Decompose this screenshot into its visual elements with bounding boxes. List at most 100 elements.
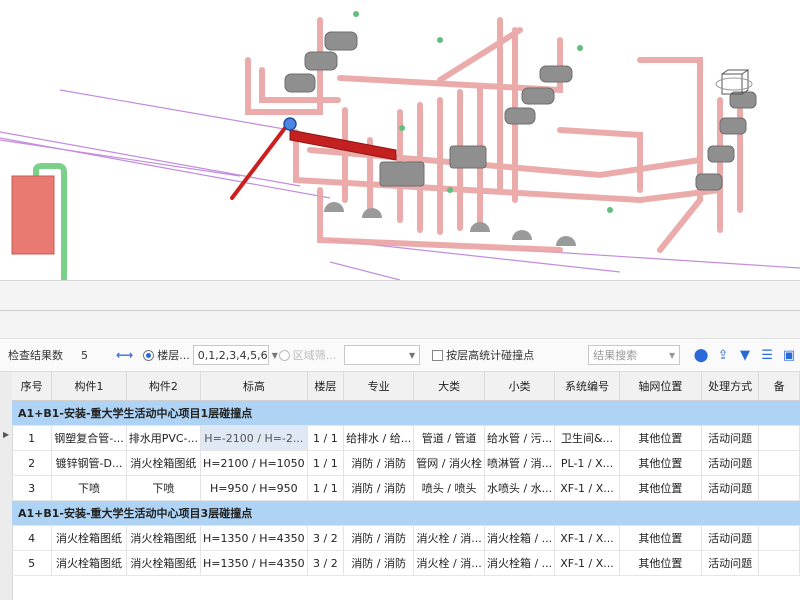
group-row[interactable]: A1+B1-安装-重大学生活动中心项目1层碰撞点 bbox=[12, 400, 800, 426]
col-header-handling[interactable]: 处理方式 bbox=[701, 372, 760, 401]
model-viewport[interactable] bbox=[0, 0, 800, 280]
group-row[interactable]: A1+B1-安装-重大学生活动中心项目3层碰撞点 bbox=[12, 500, 800, 526]
stat-checkbox-label: 按层高统计碰撞点 bbox=[446, 349, 535, 362]
cell-floor: 3 / 2 bbox=[307, 525, 345, 551]
table-row[interactable]: 5 消火栓箱图纸 消火栓箱图纸 H=1350 / H=4350 3 / 2 消防… bbox=[12, 550, 800, 576]
col-header-component1[interactable]: 构件1 bbox=[51, 372, 127, 401]
area-select[interactable]: ▼ bbox=[344, 345, 421, 365]
cell-axis-location: 其他位置 bbox=[619, 550, 702, 576]
clash-point-marker bbox=[283, 117, 297, 131]
cell-category: 管道 / 管道 bbox=[413, 425, 485, 451]
group-title: A1+B1-安装-重大学生活动中心项目3层碰撞点 bbox=[12, 500, 800, 526]
table-row[interactable]: 1 钢塑复合管-... 排水用PVC-... H=-2100 / H=-2...… bbox=[12, 425, 800, 451]
cell-floor: 1 / 1 bbox=[307, 475, 345, 501]
cell-component2: 排水用PVC-... bbox=[126, 425, 202, 451]
col-header-major[interactable]: 专业 bbox=[343, 372, 415, 401]
area-radio-label: 区域筛... bbox=[292, 349, 337, 362]
cell-component2: 下喷 bbox=[126, 475, 202, 501]
search-placeholder: 结果搜索 bbox=[593, 349, 638, 362]
cell-elevation: H=1350 / H=4350 bbox=[200, 550, 308, 576]
cell-elevation: H=950 / H=950 bbox=[200, 475, 308, 501]
cell-index: 5 bbox=[12, 550, 53, 576]
cell-subcategory: 消火栓箱 / ... bbox=[484, 550, 556, 576]
area-radio[interactable] bbox=[278, 349, 290, 361]
cell-handling[interactable]: 活动问题 bbox=[701, 450, 760, 476]
table-row[interactable]: 4 消火栓箱图纸 消火栓箱图纸 H=1350 / H=4350 3 / 2 消防… bbox=[12, 525, 800, 551]
cell-axis-location: 其他位置 bbox=[619, 475, 702, 501]
group-title: A1+B1-安装-重大学生活动中心项目1层碰撞点 bbox=[12, 400, 800, 426]
cell-remark bbox=[758, 475, 800, 501]
cell-major: 消防 / 消防 bbox=[343, 450, 415, 476]
current-row-arrow-icon: ▶ bbox=[3, 430, 10, 439]
result-search-input[interactable]: 结果搜索 ▼ bbox=[588, 345, 681, 365]
cell-component1: 钢塑复合管-... bbox=[51, 425, 127, 451]
result-count-value: 5 bbox=[81, 348, 88, 362]
list-icon[interactable]: ☰ bbox=[756, 348, 778, 363]
cell-subcategory: 消火栓箱 / ... bbox=[484, 525, 556, 551]
chevron-down-icon: ▼ bbox=[668, 350, 676, 360]
save-icon[interactable]: ▣ bbox=[778, 348, 800, 363]
splitter-line[interactable] bbox=[0, 310, 800, 311]
col-header-elevation[interactable]: 标高 bbox=[200, 372, 308, 401]
cell-category: 管网 / 消火栓 bbox=[413, 450, 485, 476]
cell-index: 1 bbox=[12, 425, 53, 451]
filter-icon[interactable]: ▼ bbox=[734, 348, 756, 363]
cell-index: 2 bbox=[12, 450, 53, 476]
cell-major: 消防 / 消防 bbox=[343, 525, 415, 551]
cell-handling[interactable]: 活动问题 bbox=[701, 425, 760, 451]
cell-component1: 消火栓箱图纸 bbox=[51, 550, 127, 576]
cell-system-no: XF-1 / X... bbox=[554, 550, 620, 576]
cell-major: 给排水 / 给... bbox=[343, 425, 415, 451]
cell-category: 喷头 / 喷头 bbox=[413, 475, 485, 501]
cell-axis-location: 其他位置 bbox=[619, 525, 702, 551]
col-header-system-no[interactable]: 系统编号 bbox=[554, 372, 620, 401]
cell-remark bbox=[758, 550, 800, 576]
location-pin-icon[interactable]: ⬤ bbox=[690, 348, 712, 363]
result-table: 序号 构件1 构件2 标高 楼层 专业 大类 小类 系统编号 轴网位置 处理方式… bbox=[12, 372, 800, 576]
cell-elevation[interactable]: H=-2100 / H=-2... bbox=[200, 425, 308, 451]
view-cube-icon[interactable] bbox=[715, 69, 753, 95]
cell-elevation: H=1350 / H=4350 bbox=[200, 525, 308, 551]
cell-component2: 消火栓箱图纸 bbox=[126, 525, 202, 551]
cell-subcategory: 喷淋管 / 消... bbox=[484, 450, 556, 476]
floor-select-value: 0,1,2,3,4,5,6 bbox=[197, 348, 268, 362]
table-row[interactable]: 3 下喷 下喷 H=950 / H=950 1 / 1 消防 / 消防 喷头 /… bbox=[12, 475, 800, 501]
cell-system-no: XF-1 / X... bbox=[554, 525, 620, 551]
cell-axis-location: 其他位置 bbox=[619, 425, 702, 451]
panel-splitter bbox=[0, 280, 800, 339]
col-header-category[interactable]: 大类 bbox=[413, 372, 485, 401]
floor-radio-label: 楼层... bbox=[157, 349, 190, 362]
cell-system-no: XF-1 / X... bbox=[554, 475, 620, 501]
cell-remark bbox=[758, 525, 800, 551]
col-header-remark[interactable]: 备 bbox=[758, 372, 800, 401]
cell-index: 4 bbox=[12, 525, 53, 551]
floor-select[interactable]: 0,1,2,3,4,5,6 ▼ bbox=[192, 345, 278, 365]
cell-elevation: H=2100 / H=1050 bbox=[200, 450, 308, 476]
col-header-index[interactable]: 序号 bbox=[12, 372, 53, 401]
cell-handling[interactable]: 活动问题 bbox=[701, 475, 760, 501]
cell-component2: 消火栓箱图纸 bbox=[126, 450, 202, 476]
col-header-floor[interactable]: 楼层 bbox=[307, 372, 345, 401]
stat-checkbox[interactable] bbox=[432, 349, 444, 361]
col-header-subcategory[interactable]: 小类 bbox=[484, 372, 556, 401]
cell-handling[interactable]: 活动问题 bbox=[701, 525, 760, 551]
model-3d-scene[interactable] bbox=[0, 0, 800, 280]
col-header-axis-location[interactable]: 轴网位置 bbox=[619, 372, 702, 401]
cell-floor: 3 / 2 bbox=[307, 550, 345, 576]
table-row[interactable]: 2 镀锌钢管-D... 消火栓箱图纸 H=2100 / H=1050 1 / 1… bbox=[12, 450, 800, 476]
cell-axis-location: 其他位置 bbox=[619, 450, 702, 476]
cell-component1: 下喷 bbox=[51, 475, 127, 501]
link-icon[interactable]: ⟷ bbox=[116, 348, 133, 362]
export-icon[interactable]: ⇪ bbox=[712, 348, 734, 363]
cell-handling[interactable]: 活动问题 bbox=[701, 550, 760, 576]
result-toolbar: 检查结果数 5 ⟷ 楼层... 0,1,2,3,4,5,6 ▼ 区域筛... ▼… bbox=[0, 338, 800, 372]
table-header-row: 序号 构件1 构件2 标高 楼层 专业 大类 小类 系统编号 轴网位置 处理方式… bbox=[12, 372, 800, 401]
cell-system-no: PL-1 / X... bbox=[554, 450, 620, 476]
floor-radio[interactable] bbox=[143, 349, 155, 361]
cell-major: 消防 / 消防 bbox=[343, 475, 415, 501]
cell-index: 3 bbox=[12, 475, 53, 501]
cell-subcategory: 水喷头 / 水... bbox=[484, 475, 556, 501]
result-table-area: 序号 构件1 构件2 标高 楼层 专业 大类 小类 系统编号 轴网位置 处理方式… bbox=[0, 372, 800, 600]
cell-component1: 镀锌钢管-D... bbox=[51, 450, 127, 476]
col-header-component2[interactable]: 构件2 bbox=[126, 372, 202, 401]
